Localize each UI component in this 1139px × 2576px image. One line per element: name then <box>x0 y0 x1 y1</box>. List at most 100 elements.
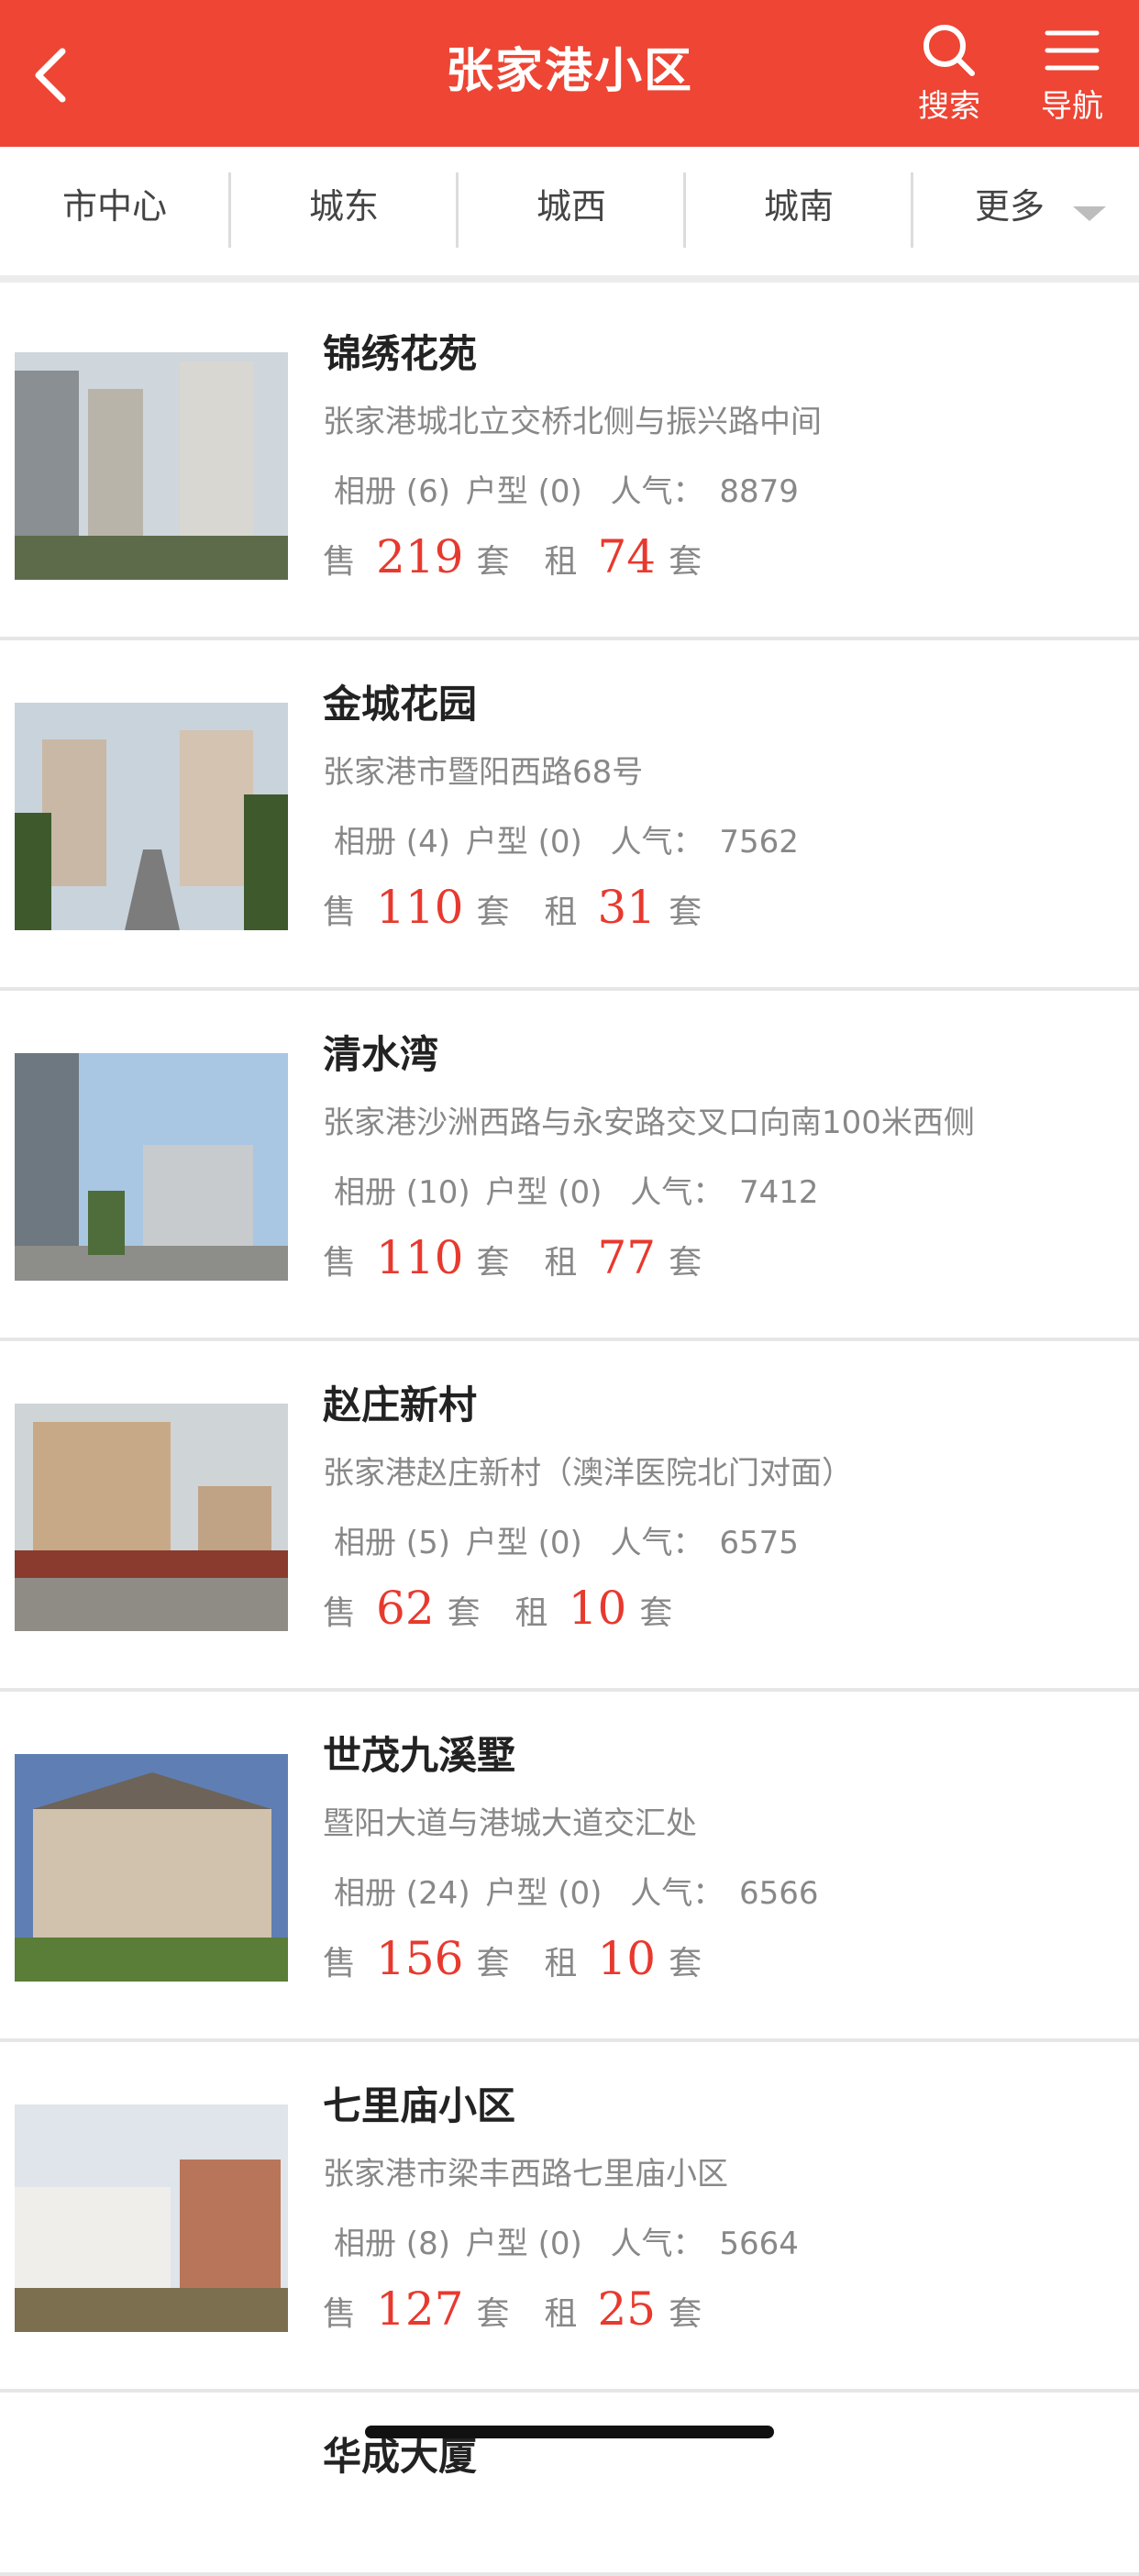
community-photo[interactable] <box>15 352 288 580</box>
popularity-value: 7562 <box>719 824 799 861</box>
layout-count: 户型 (0) <box>465 2226 582 2262</box>
list-item[interactable]: 赵庄新村 张家港赵庄新村（澳洋医院北门对面） 相册 (5) 户型 (0) 人气：… <box>0 1341 1139 1692</box>
unit-label: 套 <box>669 543 702 581</box>
search-icon <box>923 25 975 76</box>
rent-label: 租 <box>544 543 578 581</box>
nav-label: 导航 <box>1041 88 1103 125</box>
rent-count: 74 <box>597 530 657 583</box>
list-item[interactable]: 七里庙小区 张家港市梁丰西路七里庙小区 相册 (8) 户型 (0) 人气： 56… <box>0 2042 1139 2393</box>
sale-count: 110 <box>376 881 464 934</box>
community-name: 清水湾 <box>323 1032 439 1077</box>
rent-label: 租 <box>544 2295 578 2333</box>
sale-label: 售 <box>323 2295 357 2333</box>
community-address: 张家港市梁丰西路七里庙小区 <box>323 2156 728 2193</box>
tab-city-center[interactable]: 市中心 <box>0 167 229 246</box>
community-address: 张家港赵庄新村（澳洋医院北门对面） <box>323 1455 853 1492</box>
popularity-label: 人气： <box>610 2226 704 2262</box>
sale-label: 售 <box>323 1594 357 1632</box>
search-button[interactable]: 搜索 <box>899 20 1000 130</box>
community-name: 七里庙小区 <box>323 2083 516 2128</box>
list-item[interactable]: 世茂九溪墅 暨阳大道与港城大道交汇处 相册 (24) 户型 (0) 人气： 65… <box>0 1692 1139 2042</box>
listing-counts: 售 110 套租 77 套 <box>323 1231 702 1284</box>
community-photo[interactable] <box>15 1053 288 1281</box>
listing-counts: 售 127 套租 25 套 <box>323 2282 702 2336</box>
sale-count: 62 <box>376 1582 435 1635</box>
sale-count: 156 <box>376 1932 464 1985</box>
unit-label: 套 <box>669 1244 702 1282</box>
layout-count: 户型 (0) <box>485 1174 603 1211</box>
rent-count: 10 <box>597 1932 657 1985</box>
unit-label: 套 <box>639 1594 673 1632</box>
nav-button[interactable]: 导航 <box>1022 20 1122 130</box>
rent-count: 25 <box>597 2282 657 2336</box>
district-tabs: 市中心 城东 城西 城南 更多 <box>0 147 1139 283</box>
list-item[interactable]: 清水湾 张家港沙洲西路与永安路交叉口向南100米西侧 相册 (10) 户型 (0… <box>0 991 1139 1341</box>
community-address: 张家港城北立交桥北侧与振兴路中间 <box>323 404 822 440</box>
caret-down-icon[interactable] <box>1073 206 1106 221</box>
sale-label: 售 <box>323 894 357 931</box>
unit-label: 套 <box>476 1945 510 1982</box>
tab-east[interactable]: 城东 <box>231 167 457 246</box>
rent-label: 租 <box>544 1244 578 1282</box>
listing-counts: 售 219 套租 74 套 <box>323 530 702 583</box>
rent-count: 77 <box>597 1231 657 1284</box>
unit-label: 套 <box>669 1945 702 1982</box>
rent-count: 10 <box>568 1582 627 1635</box>
community-name: 金城花园 <box>323 682 478 727</box>
community-name: 锦绣花苑 <box>323 331 478 376</box>
community-address: 张家港沙洲西路与永安路交叉口向南100米西侧 <box>323 1105 975 1141</box>
community-address: 张家港市暨阳西路68号 <box>323 754 644 791</box>
layout-count: 户型 (0) <box>465 824 582 861</box>
album-count: 相册 (4) <box>334 824 450 861</box>
community-name: 世茂九溪墅 <box>323 1733 516 1778</box>
layout-count: 户型 (0) <box>485 1875 603 1912</box>
tab-south[interactable]: 城南 <box>686 167 912 246</box>
unit-label: 套 <box>476 894 510 931</box>
unit-label: 套 <box>476 543 510 581</box>
popularity-label: 人气： <box>610 824 704 861</box>
community-photo[interactable] <box>15 2104 288 2332</box>
unit-label: 套 <box>669 894 702 931</box>
listing-counts: 售 156 套租 10 套 <box>323 1932 702 1985</box>
sale-count: 127 <box>376 2282 464 2336</box>
popularity-value: 8879 <box>719 473 799 510</box>
community-photo[interactable] <box>15 1754 288 1982</box>
tab-west[interactable]: 城西 <box>459 167 684 246</box>
popularity-value: 6575 <box>719 1525 799 1561</box>
popularity-value: 6566 <box>739 1875 819 1912</box>
sale-label: 售 <box>323 543 357 581</box>
sale-count: 219 <box>376 530 464 583</box>
community-name: 赵庄新村 <box>323 1382 478 1427</box>
community-meta: 相册 (6) 户型 (0) 人气： 8879 <box>334 466 804 511</box>
unit-label: 套 <box>476 1244 510 1282</box>
layout-count: 户型 (0) <box>465 473 582 510</box>
search-label: 搜索 <box>918 88 980 125</box>
community-photo[interactable] <box>15 1404 288 1631</box>
community-meta: 相册 (5) 户型 (0) 人气： 6575 <box>334 1517 804 1562</box>
unit-label: 套 <box>669 2295 702 2333</box>
popularity-label: 人气： <box>630 1174 724 1211</box>
popularity-value: 5664 <box>719 2226 799 2262</box>
list-item[interactable]: 华成大厦 <box>0 2393 1139 2576</box>
album-count: 相册 (24) <box>334 1875 470 1912</box>
list-item[interactable]: 金城花园 张家港市暨阳西路68号 相册 (4) 户型 (0) 人气： 7562 … <box>0 640 1139 991</box>
community-photo[interactable] <box>15 703 288 930</box>
popularity-label: 人气： <box>610 1525 704 1561</box>
listing-counts: 售 62 套租 10 套 <box>323 1582 672 1635</box>
sale-label: 售 <box>323 1945 357 1982</box>
community-list: 锦绣花苑 张家港城北立交桥北侧与振兴路中间 相册 (6) 户型 (0) 人气： … <box>0 290 1139 2576</box>
rent-label: 租 <box>514 1594 548 1632</box>
popularity-label: 人气： <box>610 473 704 510</box>
album-count: 相册 (5) <box>334 1525 450 1561</box>
listing-counts: 售 110 套租 31 套 <box>323 881 702 934</box>
popularity-value: 7412 <box>739 1174 819 1211</box>
home-indicator[interactable] <box>365 2426 774 2438</box>
list-item[interactable]: 锦绣花苑 张家港城北立交桥北侧与振兴路中间 相册 (6) 户型 (0) 人气： … <box>0 290 1139 640</box>
community-meta: 相册 (8) 户型 (0) 人气： 5664 <box>334 2218 804 2263</box>
sale-label: 售 <box>323 1244 357 1282</box>
album-count: 相册 (8) <box>334 2226 450 2262</box>
community-meta: 相册 (10) 户型 (0) 人气： 7412 <box>334 1167 824 1212</box>
community-meta: 相册 (4) 户型 (0) 人气： 7562 <box>334 816 804 861</box>
community-address: 暨阳大道与港城大道交汇处 <box>323 1805 697 1842</box>
album-count: 相册 (10) <box>334 1174 470 1211</box>
